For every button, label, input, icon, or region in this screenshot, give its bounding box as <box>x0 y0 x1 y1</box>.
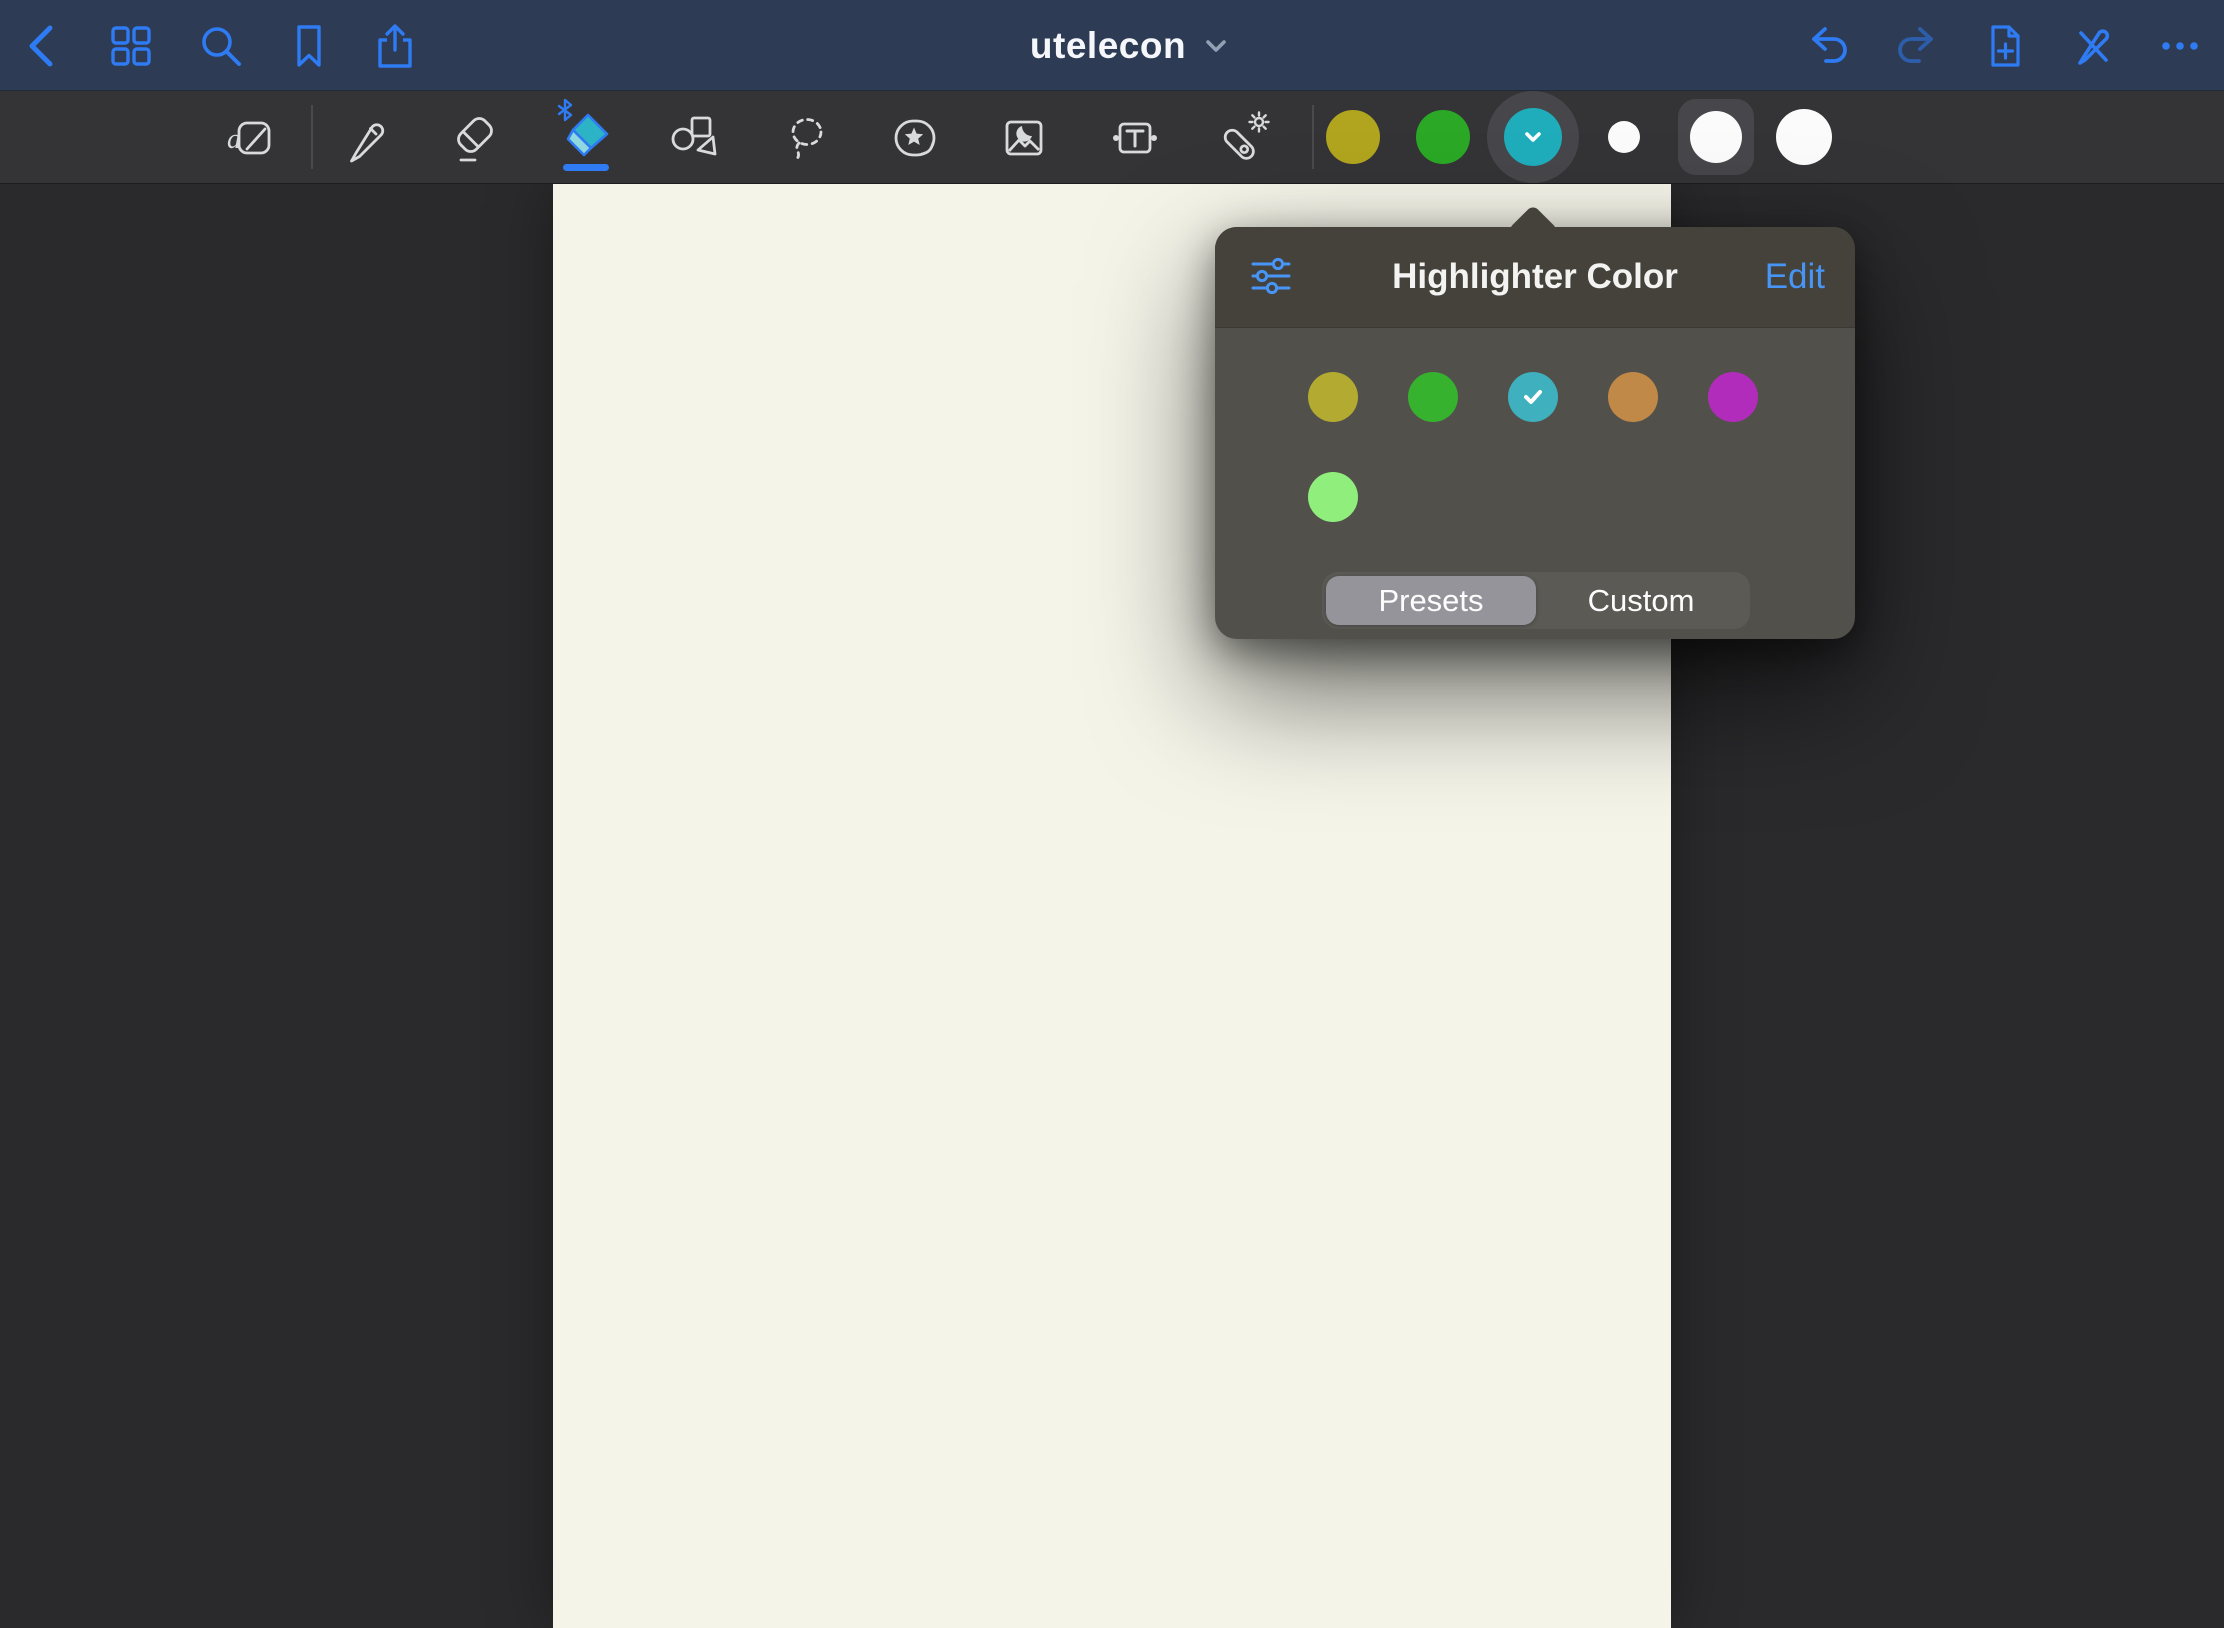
document-title-button[interactable]: utelecon <box>950 0 1310 91</box>
tool-stickers[interactable] <box>873 91 957 184</box>
add-page-button[interactable] <box>1980 21 2030 71</box>
tool-lasso[interactable] <box>764 91 848 184</box>
stop-editing-button[interactable] <box>2068 21 2118 71</box>
tool-laser-pointer[interactable] <box>1203 91 1287 184</box>
more-button[interactable] <box>2155 21 2205 71</box>
image-icon <box>997 111 1051 165</box>
selected-color-circle <box>1504 108 1562 166</box>
thickness-preset[interactable] <box>1608 121 1640 153</box>
toolbar-color-swatch[interactable] <box>1326 110 1380 164</box>
tool-scribble-select[interactable]: a <box>210 91 294 184</box>
stickers-icon <box>888 111 942 165</box>
eraser-icon <box>448 111 502 165</box>
toolbar-color-swatch[interactable] <box>1416 110 1470 164</box>
preset-color-selected[interactable] <box>1508 372 1558 422</box>
thickness-preset-selected[interactable] <box>1678 99 1754 175</box>
search-icon <box>197 22 245 70</box>
svg-text:a: a <box>227 124 241 155</box>
undo-icon <box>1805 22 1853 70</box>
bookmark-button[interactable] <box>284 21 334 71</box>
redo-icon <box>1892 22 1940 70</box>
checkmark-icon <box>1518 382 1548 412</box>
popover-header: Highlighter Color Edit <box>1215 227 1855 327</box>
toolbar-divider <box>1312 105 1314 169</box>
tool-highlighter[interactable] <box>544 91 628 184</box>
shapes-icon <box>667 111 721 165</box>
text-icon <box>1108 111 1162 165</box>
tab-custom[interactable]: Custom <box>1536 576 1746 625</box>
page-thumbnails-icon <box>107 22 155 70</box>
laser-pointer-icon <box>1218 111 1272 165</box>
share-button[interactable] <box>370 21 420 71</box>
pen-icon <box>339 111 393 165</box>
document-title: utelecon <box>1030 25 1186 67</box>
preset-color[interactable] <box>1708 372 1758 422</box>
preset-color[interactable] <box>1308 372 1358 422</box>
back-chevron-icon <box>20 22 68 70</box>
redo-button[interactable] <box>1891 21 1941 71</box>
title-chevron-down-icon <box>1202 32 1230 60</box>
share-icon <box>371 22 419 70</box>
page-thumbnails-button[interactable] <box>106 21 156 71</box>
thickness-dot <box>1690 111 1742 163</box>
back-button[interactable] <box>19 21 69 71</box>
lasso-icon <box>779 111 833 165</box>
popover-title: Highlighter Color <box>1215 227 1855 327</box>
tab-presets[interactable]: Presets <box>1326 576 1536 625</box>
canvas-area: Highlighter Color Edit PresetsCustom <box>0 184 2224 1628</box>
presets-custom-segmented-control: PresetsCustom <box>1322 572 1750 629</box>
preset-color[interactable] <box>1608 372 1658 422</box>
undo-button[interactable] <box>1804 21 1854 71</box>
tool-pen[interactable] <box>324 91 408 184</box>
tool-text[interactable] <box>1093 91 1177 184</box>
search-button[interactable] <box>196 21 246 71</box>
stop-editing-icon <box>2069 22 2117 70</box>
tool-image[interactable] <box>982 91 1066 184</box>
add-page-icon <box>1981 22 2029 70</box>
tool-shapes[interactable] <box>652 91 736 184</box>
more-ellipsis-icon <box>2156 22 2204 70</box>
chevron-down-icon <box>1518 122 1548 152</box>
preset-color[interactable] <box>1308 472 1358 522</box>
toolbar-divider <box>311 105 313 169</box>
bluetooth-icon <box>554 97 576 123</box>
navigation-bar: utelecon <box>0 0 2224 91</box>
highlighter-color-popover: Highlighter Color Edit PresetsCustom <box>1215 227 1855 639</box>
tools-toolbar: a <box>0 91 2224 184</box>
bookmark-icon <box>285 22 333 70</box>
sliders-icon[interactable] <box>1249 255 1293 299</box>
toolbar-color-swatch-selected[interactable] <box>1487 91 1579 183</box>
scribble-select-icon: a <box>225 111 279 165</box>
edit-button[interactable]: Edit <box>1765 227 1825 327</box>
preset-color[interactable] <box>1408 372 1458 422</box>
tool-eraser[interactable] <box>433 91 517 184</box>
thickness-preset[interactable] <box>1776 109 1832 165</box>
